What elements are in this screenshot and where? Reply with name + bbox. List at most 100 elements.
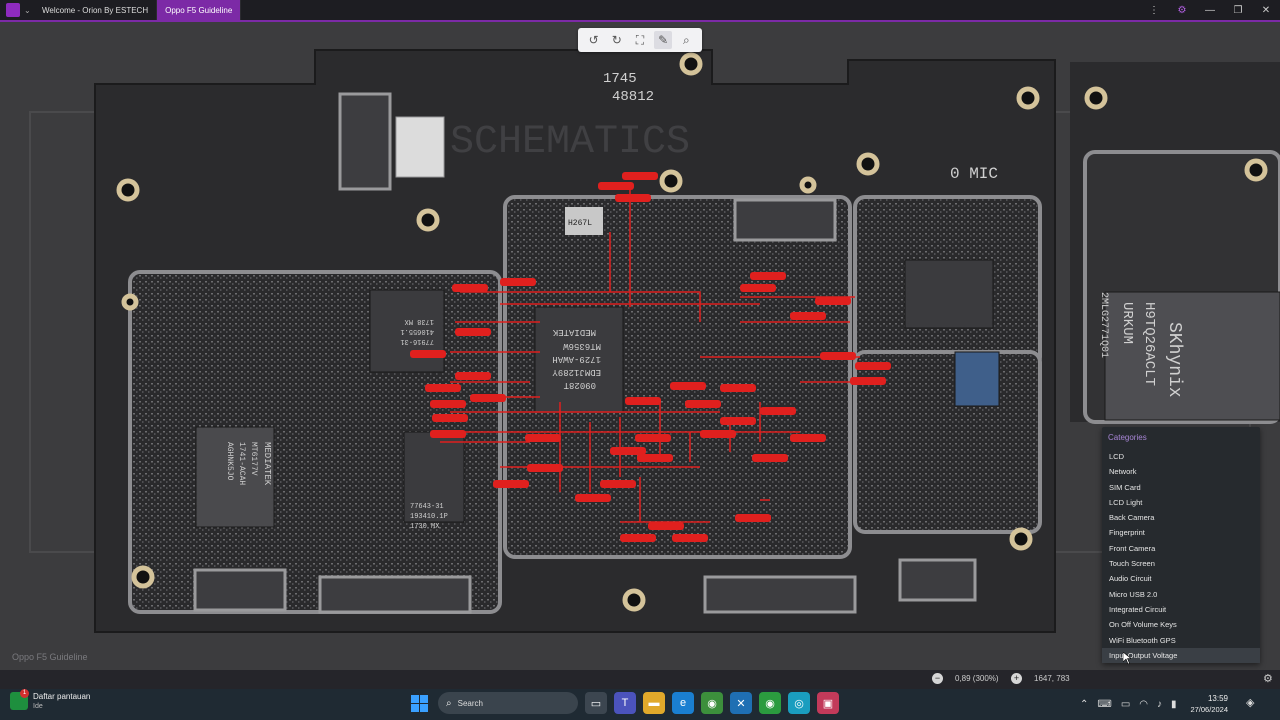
net-tag (493, 480, 529, 488)
category-lcd[interactable]: LCD (1102, 449, 1260, 464)
category-on-off-volume-keys[interactable]: On Off Volume Keys (1102, 617, 1260, 632)
h267-label: H267L (568, 219, 592, 228)
net-tag (610, 447, 646, 455)
connector-top-right (733, 198, 837, 242)
category-fingerprint[interactable]: Fingerprint (1102, 525, 1260, 540)
tray-chevron-icon[interactable]: ⌃ (1080, 699, 1088, 710)
rotate-left-icon[interactable]: ↺ (585, 31, 603, 49)
zoom-out-button[interactable]: − (932, 673, 943, 684)
category-network[interactable]: Network (1102, 464, 1260, 479)
mounting-hole (856, 152, 880, 176)
memory-lot: 2MLG2771Q01 (1098, 292, 1109, 358)
net-tag (425, 384, 461, 392)
connector-bottom-2 (703, 575, 857, 614)
mounting-hole (416, 208, 440, 232)
pen-tool-icon[interactable]: ✎ (654, 31, 673, 49)
mounting-hole (679, 52, 703, 76)
category-wifi-bluetooth-gps[interactable]: WiFi Bluetooth GPS (1102, 633, 1260, 648)
rotate-right-icon[interactable]: ↻ (608, 31, 626, 49)
zoom-search-icon[interactable]: ⌕ (677, 31, 695, 49)
category-integrated-circuit[interactable]: Integrated Circuit (1102, 602, 1260, 617)
cpu-label-model: MT6356W (563, 341, 601, 351)
categories-panel: Categories LCD Network SIM Card LCD Ligh… (1102, 427, 1260, 664)
category-touch-screen[interactable]: Touch Screen (1102, 556, 1260, 571)
task-view-icon[interactable]: ▭ (585, 692, 607, 714)
pa1-label-line3: 1738 MX (404, 317, 434, 325)
net-tag (625, 397, 661, 405)
teams-icon[interactable]: T (614, 692, 636, 714)
tab-oppo-f5-guideline[interactable]: Oppo F5 Guideline (157, 0, 242, 20)
close-button[interactable]: ✕ (1252, 0, 1280, 20)
net-tag (750, 272, 786, 280)
category-front-camera[interactable]: Front Camera (1102, 541, 1260, 556)
app-menu-chevron-icon[interactable]: ⌄ (24, 6, 34, 15)
schematic-canvas[interactable]: MEDIATEK MT6356W 1729-AWAH EDMJ1289Y 090… (0, 22, 1280, 670)
maximize-button[interactable]: ❐ (1224, 0, 1252, 20)
edge-browser-icon[interactable]: e (672, 692, 694, 714)
category-back-camera[interactable]: Back Camera (1102, 510, 1260, 525)
keyboard-icon[interactable]: ⌨ (1097, 699, 1111, 710)
wifi-icon[interactable]: ◠ (1139, 699, 1148, 710)
category-micro-usb[interactable]: Micro USB 2.0 (1102, 587, 1260, 602)
display-icon[interactable]: ▭ (1121, 699, 1130, 710)
connector-bottom-1 (318, 575, 472, 614)
connector-bottom-left (193, 568, 287, 612)
category-lcd-light[interactable]: LCD Light (1102, 495, 1260, 510)
document-caption: Oppo F5 Guideline (12, 652, 88, 662)
battery-icon[interactable]: ▮ (1171, 699, 1177, 710)
net-tag (455, 372, 491, 380)
net-tag (790, 312, 826, 320)
watchlist-widget[interactable]: 1 Daftar pantauan Ide (10, 689, 90, 710)
app-x-icon[interactable]: ✕ (730, 692, 752, 714)
net-tag (470, 394, 506, 402)
search-placeholder: Search (457, 698, 483, 708)
category-sim-card[interactable]: SIM Card (1102, 480, 1260, 495)
zoom-in-button[interactable]: + (1011, 673, 1022, 684)
pcb-board-image[interactable]: MEDIATEK MT6356W 1729-AWAH EDMJ1289Y 090… (0, 22, 1280, 670)
status-bar: − 0,89 (300%) + 1647, 783 ⚙ (0, 670, 1280, 689)
net-tag (615, 194, 651, 202)
net-tag (500, 278, 536, 286)
fit-screen-icon[interactable]: ⛶ (631, 31, 649, 49)
copilot-icon[interactable]: ◈ (1246, 696, 1254, 709)
net-tag (672, 534, 708, 542)
taskbar-search[interactable]: ⌕ Search (438, 692, 578, 714)
net-tag (410, 350, 446, 358)
file-explorer-icon[interactable]: ▬ (643, 692, 665, 714)
active-app-icon[interactable]: ◎ (788, 692, 810, 714)
net-tag (637, 454, 673, 462)
category-audio-circuit[interactable]: Audio Circuit (1102, 571, 1260, 586)
app-logo-icon[interactable] (6, 3, 20, 17)
more-options-icon[interactable]: ⋮ (1140, 0, 1168, 20)
volume-icon[interactable]: ♪ (1157, 699, 1162, 710)
notification-badge: 1 (20, 689, 29, 698)
net-tag (525, 434, 561, 442)
clock-time: 13:59 (1207, 694, 1228, 703)
net-tag (820, 352, 856, 360)
start-button[interactable] (408, 692, 430, 714)
net-tag (850, 377, 886, 385)
taskbar-clock[interactable]: 13:59 27/06/2024 (1186, 694, 1228, 714)
net-tag (855, 362, 891, 370)
orion-app-icon[interactable]: ▣ (817, 692, 839, 714)
blue-chip (954, 351, 1000, 407)
memory-code: URKUM (1119, 302, 1135, 344)
tab-welcome[interactable]: Welcome - Orion By ESTECH (34, 0, 158, 20)
mounting-hole (1244, 158, 1268, 182)
net-tag (527, 464, 563, 472)
minimize-button[interactable]: — (1196, 0, 1224, 20)
view-toolbar: ↺ ↻ ⛶ ✎ ⌕ (578, 28, 702, 52)
settings-gear-icon[interactable]: ⚙ (1168, 0, 1196, 20)
watermark: SCHEMATICS (450, 120, 690, 165)
tab-label: Oppo F5 Guideline (165, 5, 233, 15)
mounting-hole (116, 178, 140, 202)
pa2-label-line1: 77643-31 (410, 503, 444, 511)
net-tag (635, 434, 671, 442)
chrome-icon[interactable]: ◉ (701, 692, 723, 714)
net-tag (430, 400, 466, 408)
chrome-alt-icon[interactable]: ◉ (759, 692, 781, 714)
cursor-coordinates: 1647, 783 (1034, 674, 1070, 683)
net-tag (575, 494, 611, 502)
status-settings-icon[interactable]: ⚙ (1263, 672, 1273, 685)
watchlist-subtitle: Ide (33, 703, 43, 710)
